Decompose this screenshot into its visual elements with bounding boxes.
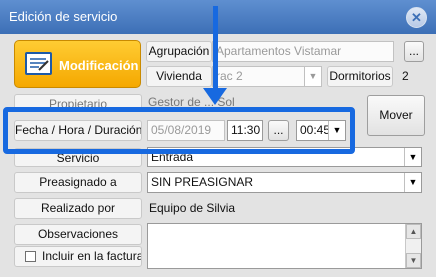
- dormitorios-value: 2: [402, 69, 409, 83]
- dormitorios-label: Dormitorios: [327, 66, 393, 87]
- agrupacion-browse-button[interactable]: ...: [404, 41, 424, 62]
- factura-checkbox[interactable]: [25, 251, 36, 262]
- scroll-up-icon[interactable]: ▲: [406, 224, 421, 239]
- observaciones-label: Observaciones: [14, 224, 142, 245]
- highlight-rectangle: [3, 107, 355, 154]
- factura-container[interactable]: Incluir en la factura: [14, 246, 142, 267]
- highlight-arrow-shaft: [213, 6, 218, 90]
- title-bar: Edición de servicio ✕: [0, 0, 436, 34]
- agrupacion-value: Apartamentos Vistamar: [216, 44, 342, 58]
- agrupacion-label: Agrupación: [146, 41, 212, 62]
- agrupacion-field[interactable]: Apartamentos Vistamar: [212, 41, 394, 62]
- preasignado-select[interactable]: SIN PREASIGNAR ▼: [147, 172, 422, 193]
- chevron-down-icon[interactable]: ▼: [404, 173, 421, 192]
- chevron-down-icon[interactable]: ▼: [304, 67, 321, 86]
- observaciones-textarea[interactable]: ▲ ▼: [147, 223, 422, 269]
- observaciones-scrollbar[interactable]: ▲ ▼: [405, 224, 421, 268]
- preasignado-label: Preasignado a: [14, 172, 142, 193]
- edit-form-icon: [25, 52, 52, 75]
- arrow-down-icon: [203, 88, 227, 105]
- modificacion-label: Modificación: [59, 58, 139, 73]
- close-button[interactable]: ✕: [406, 7, 427, 28]
- factura-label: Incluir en la factura: [42, 249, 142, 263]
- mover-button[interactable]: Mover: [367, 95, 425, 136]
- preasignado-value: SIN PREASIGNAR: [151, 175, 254, 189]
- modificacion-button[interactable]: Modificación: [14, 40, 141, 88]
- vivienda-value: rac 2: [216, 69, 243, 83]
- close-icon: ✕: [411, 10, 422, 25]
- realizado-label: Realizado por: [14, 198, 142, 219]
- scroll-down-icon[interactable]: ▼: [406, 253, 421, 268]
- vivienda-select[interactable]: rac 2 ▼: [212, 66, 322, 87]
- window-title: Edición de servicio: [9, 9, 118, 24]
- chevron-down-icon[interactable]: ▼: [404, 148, 421, 166]
- realizado-value: Equipo de Silvia: [149, 201, 236, 215]
- vivienda-label: Vivienda: [146, 66, 212, 87]
